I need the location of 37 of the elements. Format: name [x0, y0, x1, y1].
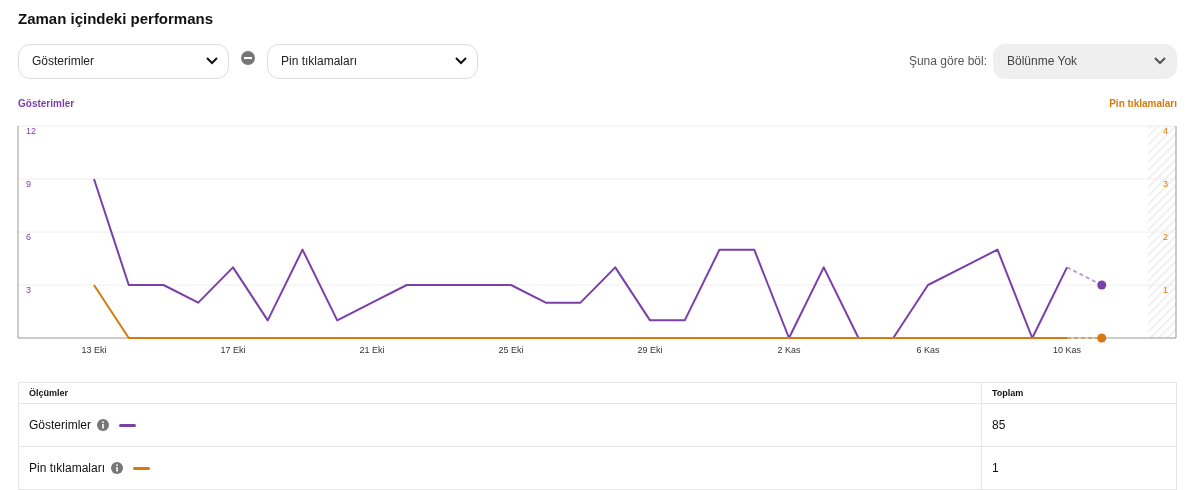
info-icon[interactable] [111, 462, 124, 474]
y-tick-label: 3 [26, 285, 31, 295]
info-icon[interactable] [97, 419, 109, 431]
y-tick-label: 3 [1163, 179, 1168, 189]
x-tick-label: 17 Eki [220, 345, 246, 355]
metric-dropdown[interactable]: Pin tıklamaları [267, 43, 478, 79]
x-tick-label: 13 Eki [81, 345, 107, 355]
x-tick-label: 25 Eki [498, 345, 524, 355]
column-header: Toplam [991, 388, 1024, 398]
y-tick-label: 2 [1163, 232, 1168, 242]
metric-dropdown[interactable]: Gösterimler [18, 43, 229, 79]
y-tick-label: 6 [26, 232, 31, 242]
total-value: 1 [991, 461, 999, 475]
x-tick-label: 6 Kas [916, 345, 940, 355]
chevron-down-icon [206, 57, 218, 65]
y-tick-label: 12 [26, 126, 36, 136]
metric-name: Gösterimler [29, 418, 91, 432]
x-tick-label: 2 Kas [777, 345, 801, 355]
series-point [1097, 333, 1107, 343]
split-label: Şuna göre böl: [908, 54, 987, 68]
column-header: Ölçümler [19, 383, 982, 403]
remove-icon[interactable] [241, 51, 255, 65]
series-point [1097, 280, 1107, 290]
chevron-down-icon [1154, 57, 1166, 65]
y-tick-label: 1 [1163, 285, 1168, 295]
y-tick-label: 4 [1163, 126, 1168, 136]
x-tick-label: 29 Eki [637, 345, 663, 355]
split-dropdown[interactable]: Bölünme Yok [993, 43, 1177, 79]
x-tick-label: 21 Eki [359, 345, 385, 355]
x-tick-label: 10 Kas [1053, 345, 1081, 355]
total-value: 85 [991, 418, 1006, 432]
section-title: Zaman içindeki performans [18, 9, 215, 29]
left-axis-label: Gösterimler [18, 98, 75, 111]
metric-name: Pin tıklamaları [29, 461, 106, 475]
chevron-down-icon [455, 57, 467, 65]
right-axis-label: Pin tıklamaları [1109, 98, 1177, 111]
y-tick-label: 9 [26, 179, 31, 189]
